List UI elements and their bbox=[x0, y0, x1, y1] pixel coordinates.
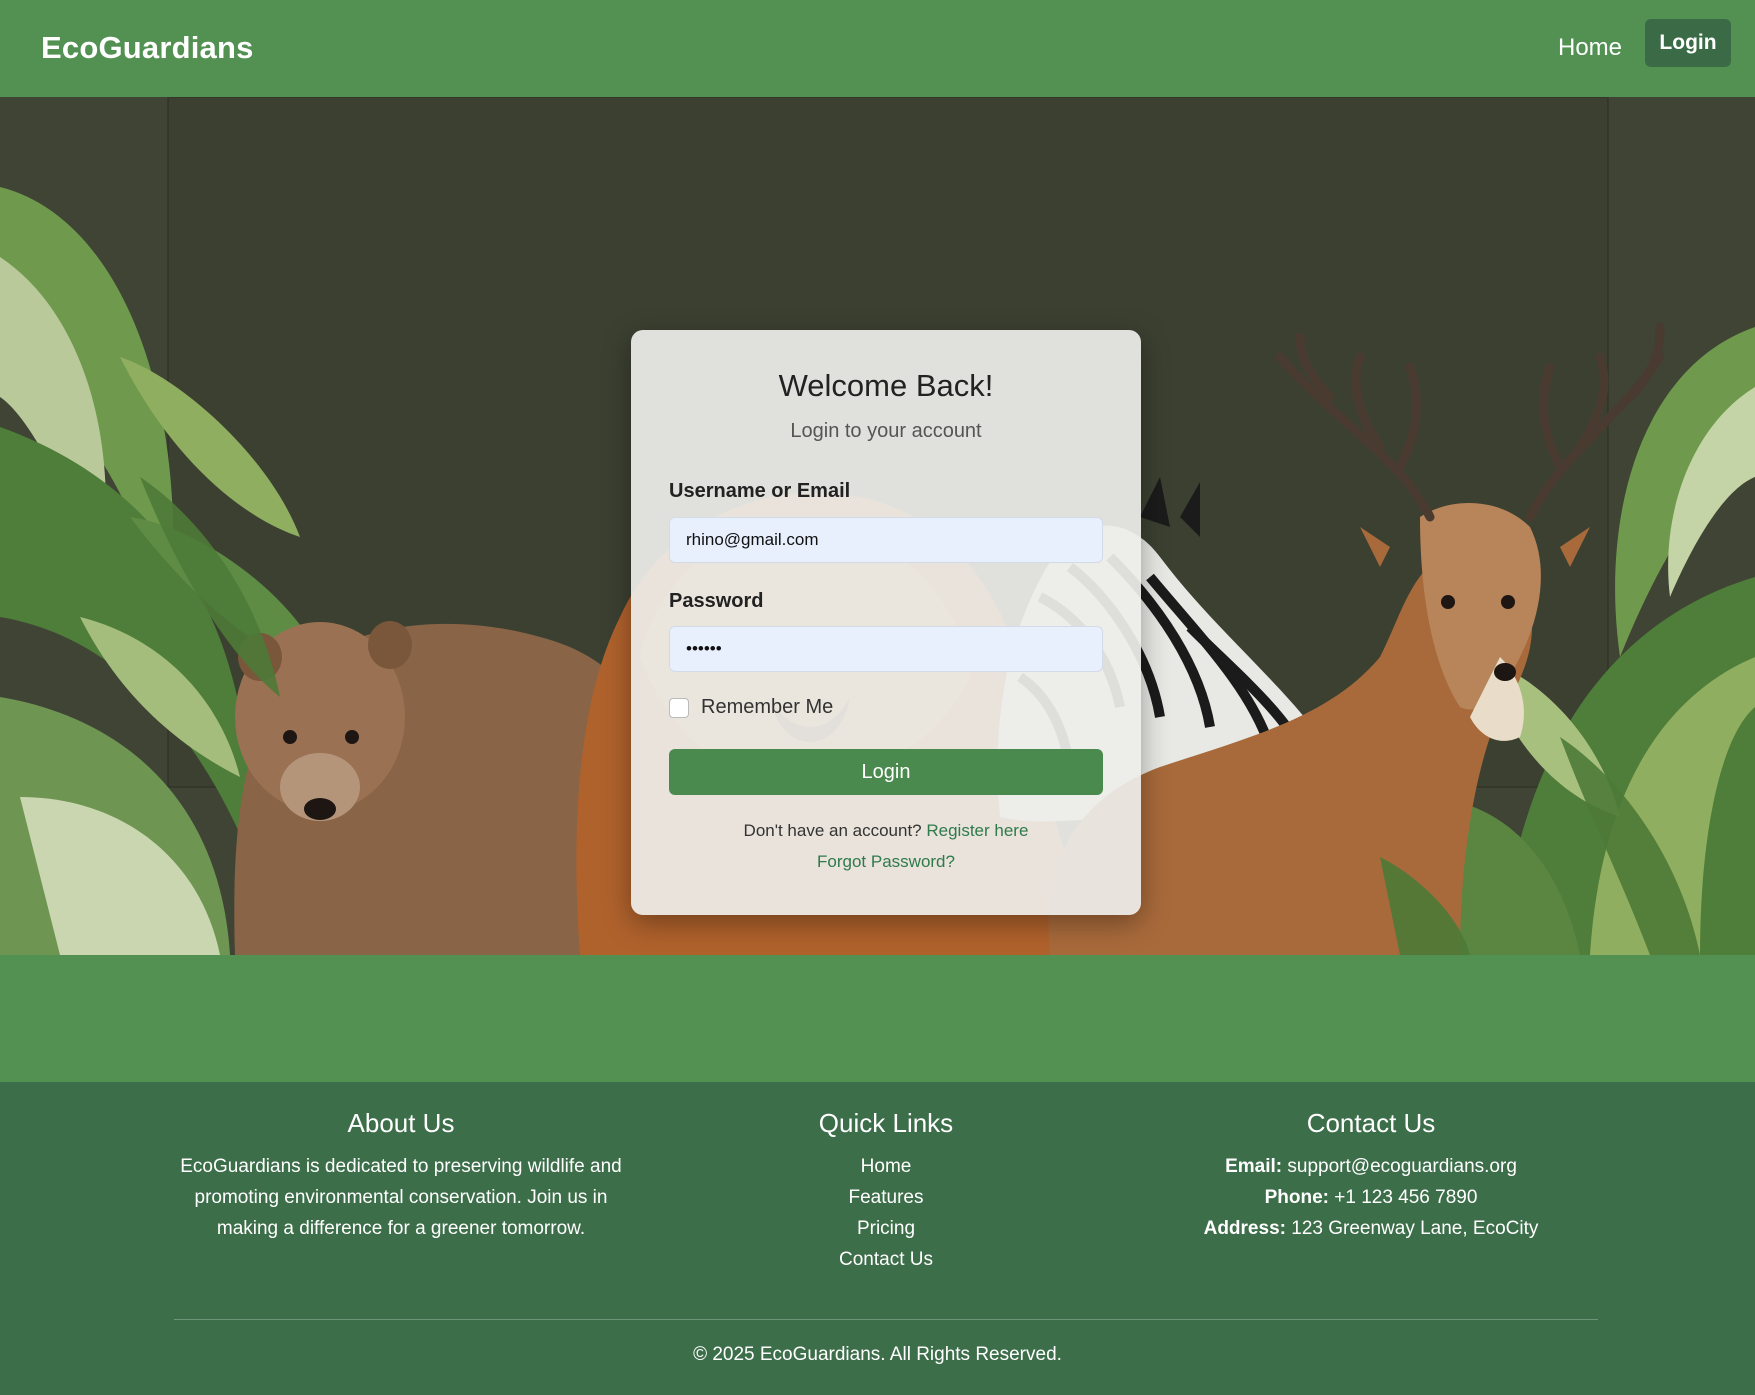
address-label: Address: bbox=[1203, 1218, 1286, 1239]
contact-phone-line: Phone: +1 123 456 7890 bbox=[1130, 1182, 1612, 1213]
remember-me-row[interactable]: Remember Me bbox=[669, 696, 833, 719]
footer-link-features[interactable]: Features bbox=[728, 1182, 1044, 1213]
forgot-password-link[interactable]: Forgot Password? bbox=[631, 852, 1141, 872]
register-prompt-text: Don't have an account? bbox=[743, 821, 922, 840]
footer-link-pricing[interactable]: Pricing bbox=[728, 1213, 1044, 1244]
green-band bbox=[0, 955, 1755, 1082]
footer-quick-links: Quick Links Home Features Pricing Contac… bbox=[728, 1108, 1044, 1275]
footer-link-contact[interactable]: Contact Us bbox=[728, 1244, 1044, 1275]
nav-home-link[interactable]: Home bbox=[1558, 34, 1622, 62]
about-title: About Us bbox=[347, 1108, 455, 1138]
password-label: Password bbox=[669, 590, 764, 612]
contact-email-line: Email: support@ecoguardians.org bbox=[1130, 1151, 1612, 1182]
username-label: Username or Email bbox=[669, 480, 851, 502]
hero-section: Welcome Back! Login to your account User… bbox=[0, 97, 1755, 955]
username-input[interactable] bbox=[669, 517, 1103, 563]
phone-value: +1 123 456 7890 bbox=[1334, 1187, 1478, 1208]
about-text: EcoGuardians is dedicated to preserving … bbox=[180, 1156, 622, 1239]
footer: About Us EcoGuardians is dedicated to pr… bbox=[0, 1082, 1755, 1395]
top-navbar: EcoGuardians Home Login bbox=[0, 0, 1755, 97]
login-subtitle: Login to your account bbox=[790, 420, 982, 442]
remember-me-checkbox[interactable] bbox=[669, 697, 689, 718]
password-input[interactable] bbox=[669, 626, 1103, 672]
footer-about: About Us EcoGuardians is dedicated to pr… bbox=[170, 1108, 632, 1244]
footer-contact: Contact Us Email: support@ecoguardians.o… bbox=[1130, 1108, 1612, 1244]
address-value: 123 Greenway Lane, EcoCity bbox=[1291, 1218, 1539, 1239]
register-prompt-line: Don't have an account? Register here bbox=[631, 821, 1141, 841]
email-label: Email: bbox=[1225, 1156, 1283, 1177]
brand-logo[interactable]: EcoGuardians bbox=[41, 30, 254, 66]
nav-login-button[interactable]: Login bbox=[1645, 19, 1731, 67]
footer-link-home[interactable]: Home bbox=[728, 1151, 1044, 1182]
phone-label: Phone: bbox=[1264, 1187, 1329, 1208]
contact-address-line: Address: 123 Greenway Lane, EcoCity bbox=[1130, 1213, 1612, 1244]
login-card: Welcome Back! Login to your account User… bbox=[631, 330, 1141, 915]
login-title: Welcome Back! bbox=[778, 368, 994, 403]
login-submit-button[interactable]: Login bbox=[669, 749, 1103, 795]
register-link[interactable]: Register here bbox=[926, 821, 1028, 840]
quick-links-title: Quick Links bbox=[818, 1108, 954, 1138]
copyright: © 2025 EcoGuardians. All Rights Reserved… bbox=[693, 1344, 1062, 1365]
contact-title: Contact Us bbox=[1306, 1108, 1436, 1138]
footer-divider bbox=[174, 1319, 1598, 1320]
remember-me-label[interactable]: Remember Me bbox=[701, 696, 833, 719]
email-value: support@ecoguardians.org bbox=[1287, 1156, 1517, 1177]
